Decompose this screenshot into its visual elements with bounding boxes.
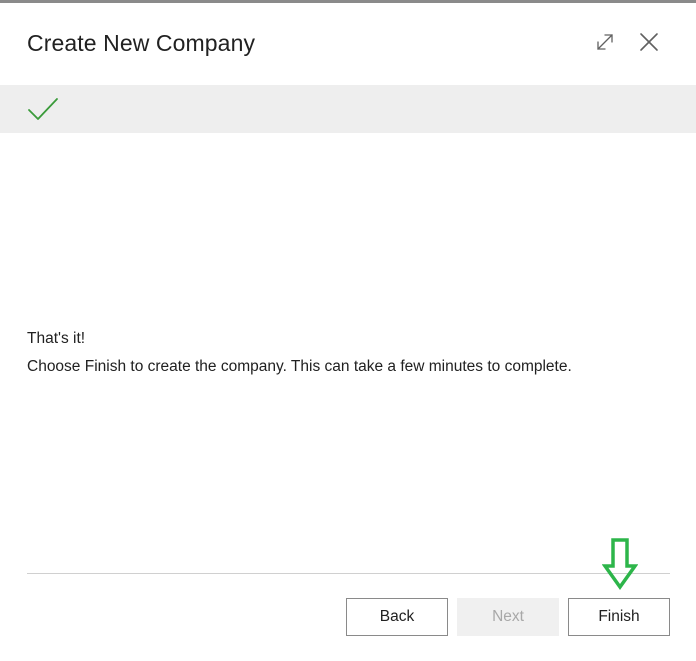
next-button: Next [457,598,559,636]
step-description: Choose Finish to create the company. Thi… [27,358,572,375]
checkmark-icon [27,96,59,127]
expand-icon [594,31,616,58]
finish-button[interactable]: Finish [568,598,670,636]
wizard-step-bar [0,85,696,133]
close-button[interactable] [634,29,664,59]
wizard-content: That's it! Choose Finish to create the c… [27,330,667,376]
dialog-title: Create New Company [27,30,256,56]
footer-divider [27,573,670,574]
down-arrow-icon [601,538,639,595]
step-heading: That's it! [27,330,86,347]
close-icon [638,31,660,58]
back-button[interactable]: Back [346,598,448,636]
expand-button[interactable] [590,29,620,59]
dialog-header: Create New Company [0,3,696,85]
create-company-dialog: Create New Company That's it! Choose Fin… [0,0,696,661]
